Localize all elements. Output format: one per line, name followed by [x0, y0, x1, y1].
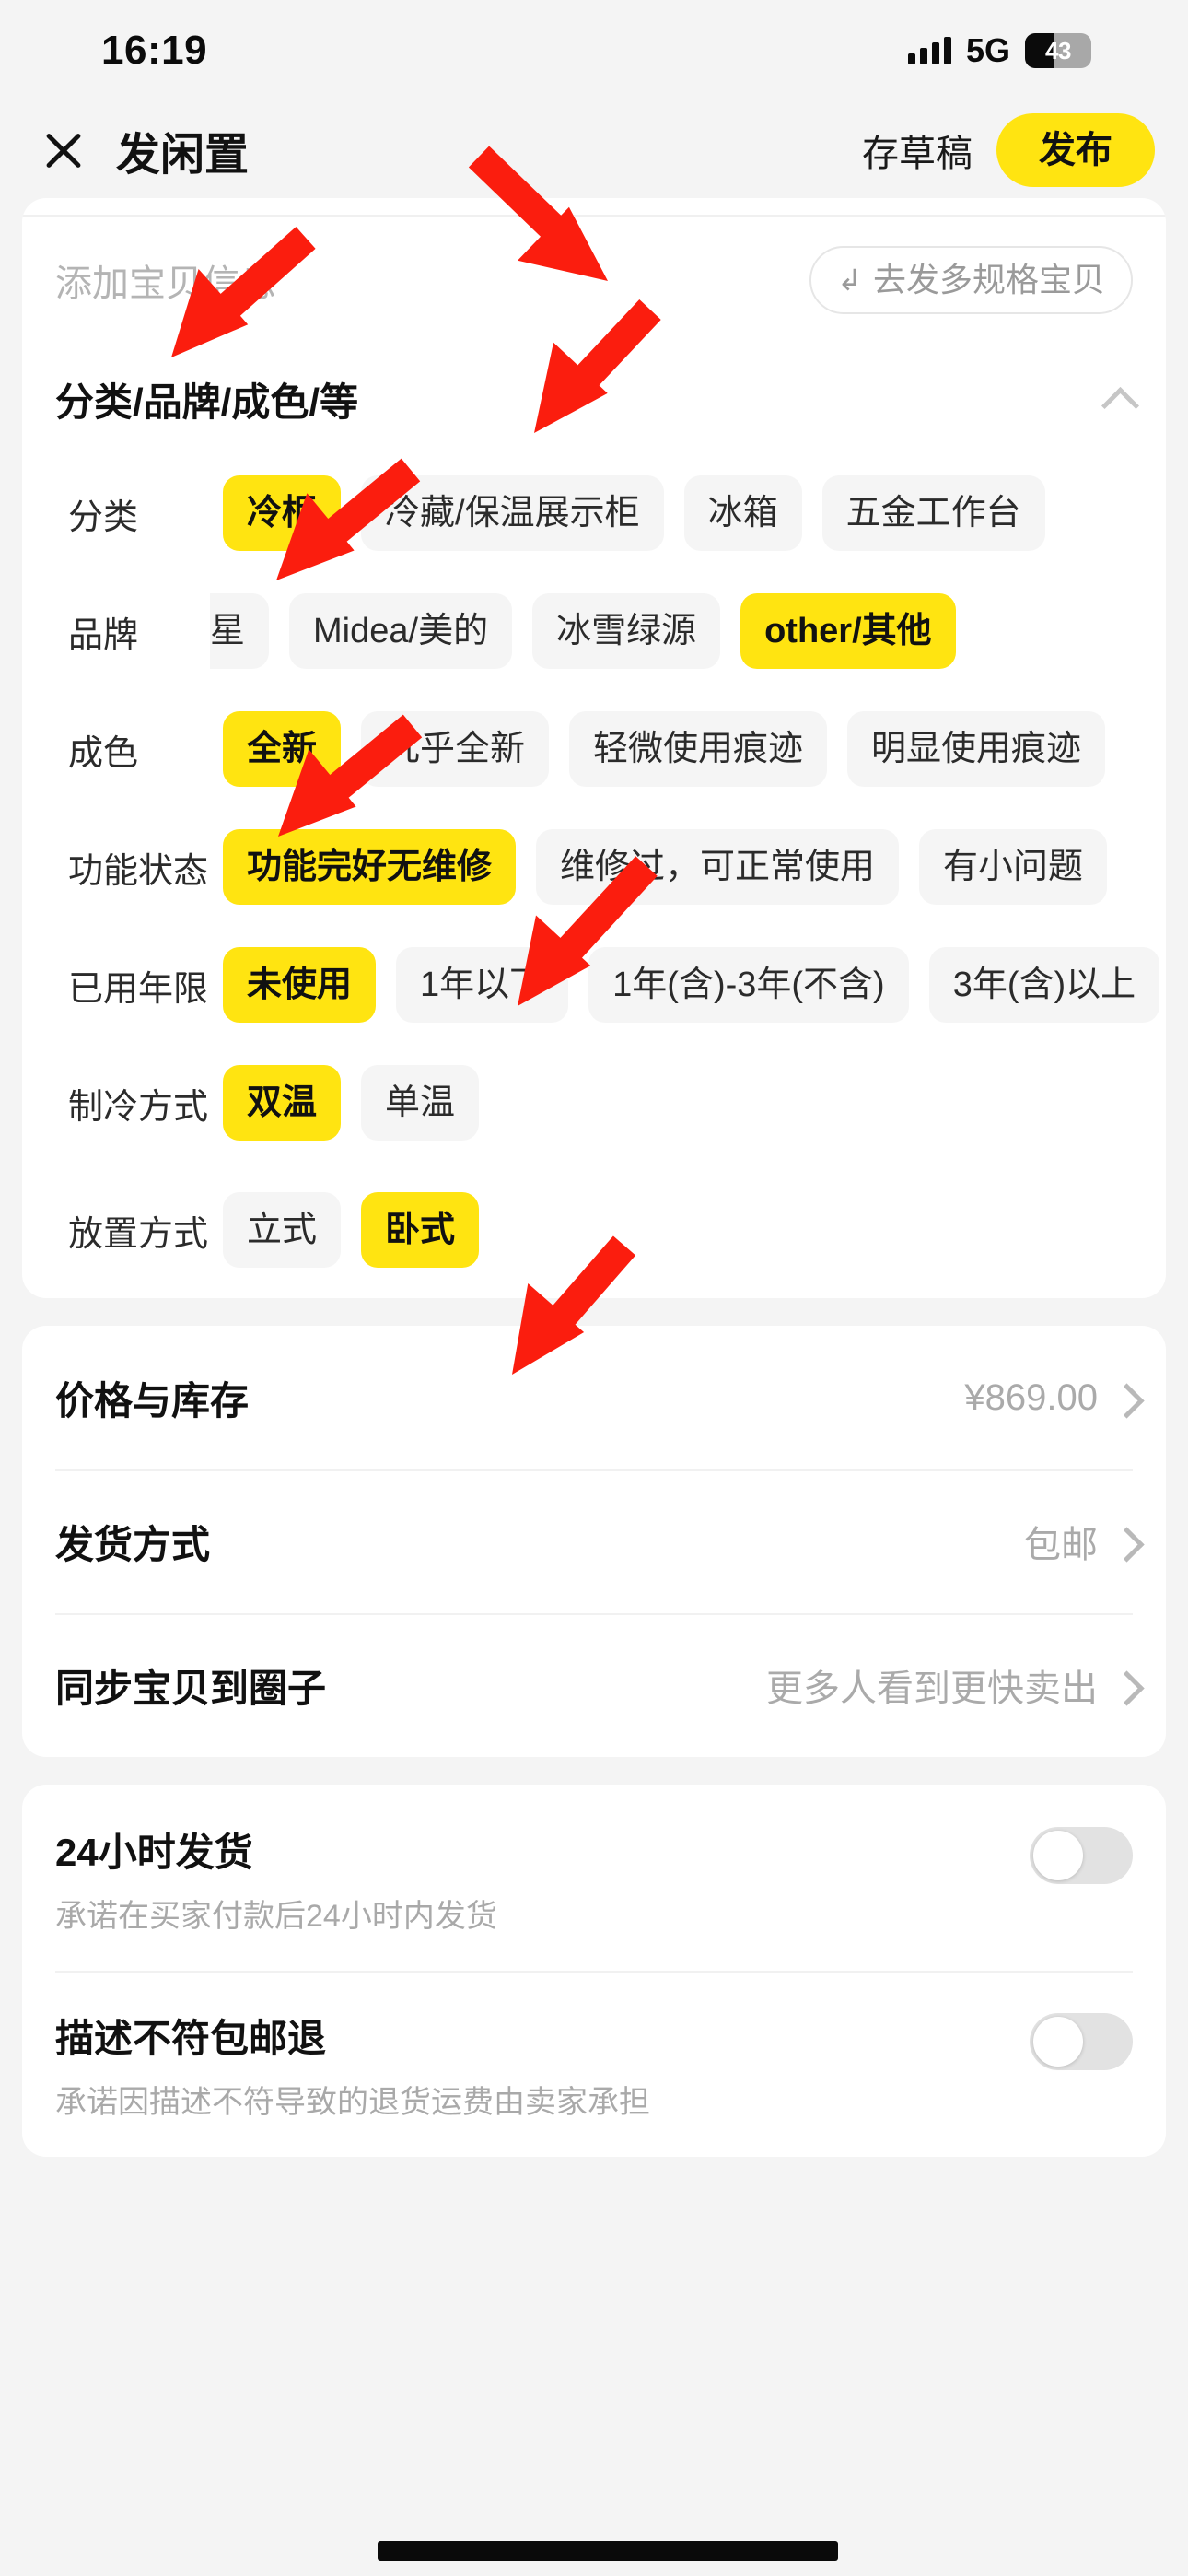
promises-card: 24小时发货 承诺在买家付款后24小时内发货 描述不符包邮退 承诺因描述不符导致… [22, 1785, 1166, 2157]
redaction-bar [378, 2541, 838, 2561]
row-label: 价格与库存 [55, 1378, 250, 1423]
row-mismatch-free-return: 描述不符包邮退 承诺因描述不符导致的退货运费由卖家承担 [22, 1971, 1166, 2157]
chip-option[interactable]: 卧式 [361, 1192, 480, 1268]
attribute-row-years-used: 已用年限 未使用 1年以下 1年(含)-3年(不含) 3年(含)以上 [22, 926, 1166, 1044]
chip-option[interactable]: 功能完好无维修 [223, 829, 517, 905]
chip-group: 全新 几乎全新 轻微使用痕迹 明显使用痕迹 [223, 711, 1106, 787]
battery-icon: 43 [1025, 33, 1091, 68]
chip-option[interactable]: 3年(含)以上 [928, 947, 1160, 1023]
navigation-bar: 发闲置 存草稿 发布 [0, 101, 1188, 198]
page-title: 发闲置 [116, 130, 250, 180]
chevron-right-icon [1114, 1388, 1133, 1407]
publish-button[interactable]: 发布 [996, 112, 1155, 187]
chip-group: 功能完好无维修 维修过，可正常使用 有小问题 [223, 829, 1108, 905]
multi-spec-label: 去发多规格宝贝 [872, 261, 1105, 299]
phone-screen: 16:19 5G 43 发闲置 存草稿 发布 添加宝贝信息 ↲ 去发多规格宝贝 [0, 0, 1188, 2576]
chip-option[interactable]: 明显使用痕迹 [847, 711, 1106, 787]
chip-option[interactable]: other/其他 [740, 593, 956, 669]
chip-option[interactable]: 单温 [361, 1065, 480, 1141]
save-draft-button[interactable]: 存草稿 [862, 123, 973, 177]
attribute-label: 已用年限 [68, 969, 209, 1009]
status-indicators: 5G 43 [907, 31, 1091, 70]
switch-subtitle: 承诺因描述不符导致的退货运费由卖家承担 [55, 2085, 650, 2120]
attribute-row-placement: 放置方式 立式 卧式 [22, 1162, 1166, 1298]
chip-option-clipped[interactable]: 星 [210, 593, 270, 669]
attribute-label: 品牌 [68, 615, 139, 655]
arrow-turn-icon: ↲ [837, 263, 862, 297]
row-value-group: ¥869.00 [964, 1377, 1133, 1419]
add-item-info-placeholder: 添加宝贝信息 [55, 263, 276, 304]
chevron-up-icon[interactable] [1105, 385, 1133, 413]
details-card: 价格与库存 ¥869.00 发货方式 包邮 同步宝贝到圈子 更多人看到更快卖出 [22, 1326, 1166, 1757]
attributes-card: 添加宝贝信息 ↲ 去发多规格宝贝 分类/品牌/成色/等 分类 冷柜 冷藏/保温展… [22, 198, 1166, 1298]
chip-option[interactable]: 冷藏/保温展示柜 [361, 475, 664, 551]
row-sync-to-circle[interactable]: 同步宝贝到圈子 更多人看到更快卖出 [22, 1613, 1166, 1757]
attributes-section-header[interactable]: 分类/品牌/成色/等 [22, 344, 1166, 454]
row-value: 更多人看到更快卖出 [766, 1669, 1098, 1709]
chip-group: 双温 单温 [223, 1065, 480, 1141]
row-value: 包邮 [1024, 1525, 1098, 1565]
chevron-right-icon [1114, 1532, 1133, 1551]
row-label: 同步宝贝到圈子 [55, 1666, 327, 1710]
network-type-label: 5G [965, 31, 1010, 69]
chip-option[interactable]: 1年以下 [396, 947, 569, 1023]
switch-title: 描述不符包邮退 [55, 2017, 327, 2060]
attribute-label: 功能状态 [68, 851, 209, 891]
chip-option[interactable]: 全新 [223, 711, 342, 787]
switch-text-group: 描述不符包邮退 承诺因描述不符导致的退货运费由卖家承担 [55, 2008, 650, 2122]
signal-bars-icon [907, 37, 951, 64]
attribute-row-cooling-mode: 制冷方式 双温 单温 [22, 1044, 1166, 1162]
switch-text-group: 24小时发货 承诺在买家付款后24小时内发货 [55, 1821, 497, 1936]
chip-option[interactable]: 1年(含)-3年(不含) [588, 947, 909, 1023]
chip-option[interactable]: 未使用 [223, 947, 377, 1023]
add-item-info-row[interactable]: 添加宝贝信息 ↲ 去发多规格宝贝 [22, 215, 1166, 344]
row-24h-shipping: 24小时发货 承诺在买家付款后24小时内发货 [22, 1785, 1166, 1971]
status-bar: 16:19 5G 43 [0, 0, 1188, 101]
switch-title: 24小时发货 [55, 1831, 253, 1874]
attribute-label: 放置方式 [68, 1214, 209, 1254]
toggle-knob [1033, 1831, 1083, 1880]
toggle-knob [1033, 2017, 1083, 2067]
row-value-group: 更多人看到更快卖出 [766, 1658, 1133, 1712]
attribute-row-brand: 品牌 星 Midea/美的 冰雪绿源 other/其他 [22, 572, 1166, 690]
chip-option[interactable]: 双温 [223, 1065, 342, 1141]
chip-group: 冷柜 冷藏/保温展示柜 冰箱 五金工作台 [223, 475, 1045, 551]
chip-option[interactable]: 立式 [223, 1192, 342, 1268]
chip-option[interactable]: 维修过，可正常使用 [536, 829, 900, 905]
row-shipping-method[interactable]: 发货方式 包邮 [22, 1469, 1166, 1613]
chip-option[interactable]: 几乎全新 [361, 711, 550, 787]
chip-option[interactable]: 五金工作台 [821, 475, 1045, 551]
row-price-and-stock[interactable]: 价格与库存 ¥869.00 [22, 1326, 1166, 1469]
chip-option[interactable]: 冰箱 [683, 475, 802, 551]
chip-group: 立式 卧式 [223, 1192, 480, 1268]
chip-option[interactable]: Midea/美的 [289, 593, 513, 669]
switch-subtitle: 承诺在买家付款后24小时内发货 [55, 1899, 497, 1934]
multi-spec-button[interactable]: ↲ 去发多规格宝贝 [809, 246, 1133, 314]
battery-percent: 43 [1045, 36, 1071, 64]
chip-option[interactable]: 冷柜 [223, 475, 342, 551]
chip-group: 星 Midea/美的 冰雪绿源 other/其他 [210, 593, 956, 669]
row-value-group: 包邮 [1024, 1515, 1133, 1568]
row-label: 发货方式 [55, 1522, 211, 1566]
chip-option[interactable]: 有小问题 [919, 829, 1108, 905]
attribute-label: 分类 [68, 498, 139, 537]
chip-option[interactable]: 轻微使用痕迹 [569, 711, 828, 787]
row-value: ¥869.00 [964, 1376, 1098, 1418]
attribute-label: 成色 [68, 733, 139, 773]
attribute-label: 制冷方式 [68, 1087, 209, 1127]
toggle-24h-shipping[interactable] [1030, 1827, 1133, 1884]
chip-option[interactable]: 冰雪绿源 [532, 593, 721, 669]
chevron-right-icon [1114, 1676, 1133, 1694]
attribute-row-function-status: 功能状态 功能完好无维修 维修过，可正常使用 有小问题 [22, 808, 1166, 926]
toggle-mismatch-free-return[interactable] [1030, 2013, 1133, 2070]
chip-group: 未使用 1年以下 1年(含)-3年(不含) 3年(含)以上 [223, 947, 1160, 1023]
status-time: 16:19 [101, 28, 208, 73]
attributes-section-title: 分类/品牌/成色/等 [55, 380, 359, 424]
close-icon[interactable] [35, 122, 92, 179]
attribute-row-category: 分类 冷柜 冷藏/保温展示柜 冰箱 五金工作台 [22, 454, 1166, 572]
attribute-row-condition: 成色 全新 几乎全新 轻微使用痕迹 明显使用痕迹 [22, 690, 1166, 808]
